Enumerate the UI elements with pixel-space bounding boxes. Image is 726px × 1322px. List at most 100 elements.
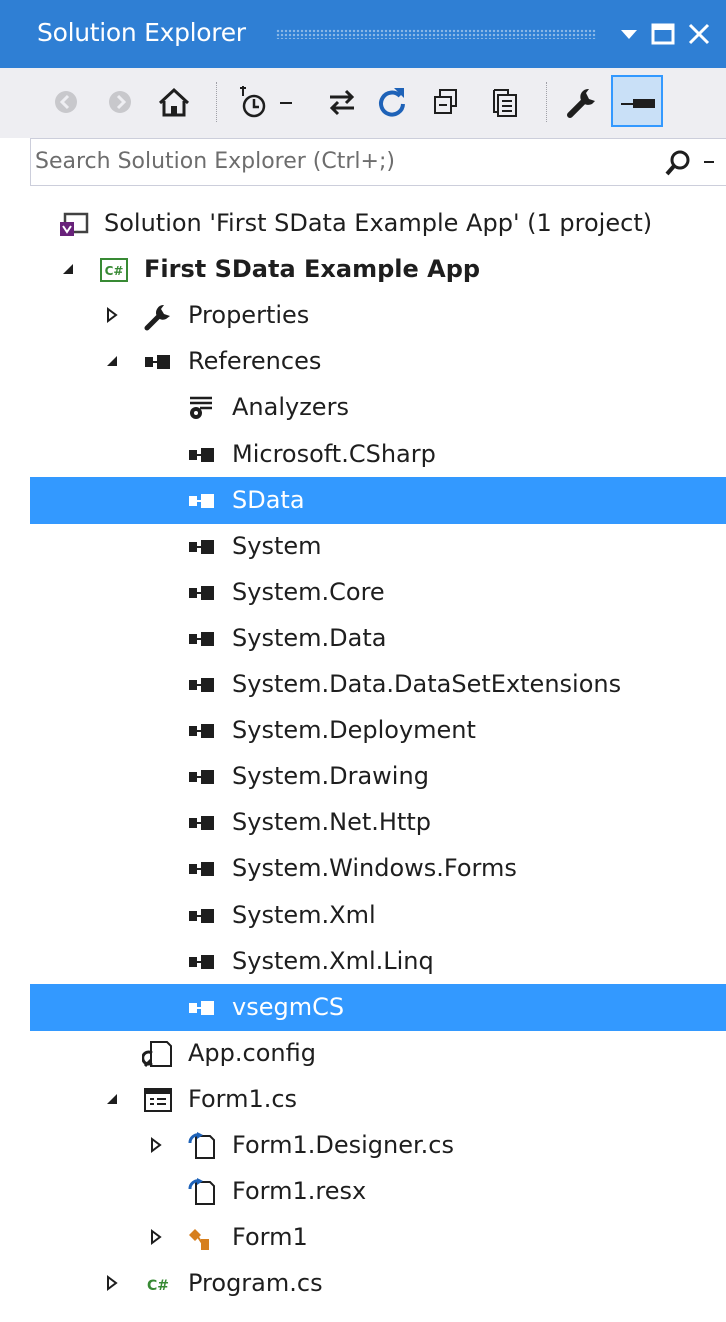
csharp-file-icon: C# bbox=[142, 1269, 174, 1299]
tree-item[interactable]: System.Net.Http bbox=[30, 799, 726, 846]
tree-item-label: System.Xml.Linq bbox=[232, 947, 434, 975]
sync-with-active-document-icon[interactable] bbox=[322, 82, 362, 122]
tree-item-label: Solution 'First SData Example App' (1 pr… bbox=[104, 209, 653, 237]
tree-item-label: System.Drawing bbox=[232, 762, 429, 790]
tree-item-label: Form1 bbox=[232, 1223, 308, 1251]
pending-changes-filter-icon[interactable] bbox=[234, 82, 274, 122]
tree-item-label: Form1.cs bbox=[188, 1085, 298, 1113]
form-icon bbox=[142, 1085, 174, 1115]
tree-item[interactable]: System.Core bbox=[30, 569, 726, 616]
tree-item[interactable]: Solution 'First SData Example App' (1 pr… bbox=[30, 200, 726, 247]
tree-item-label: Microsoft.CSharp bbox=[232, 440, 436, 468]
reference-icon bbox=[186, 532, 218, 562]
references-icon bbox=[142, 347, 174, 377]
toolbar bbox=[0, 68, 726, 138]
reference-icon bbox=[186, 624, 218, 654]
tree-item[interactable]: Analyzers bbox=[30, 384, 726, 431]
reference-icon bbox=[186, 854, 218, 884]
tree-item-label: Program.cs bbox=[188, 1269, 323, 1297]
reference-icon bbox=[186, 670, 218, 700]
preview-selected-items-button[interactable] bbox=[611, 75, 663, 127]
dropdown-arrow-icon[interactable] bbox=[276, 82, 296, 122]
class-icon bbox=[186, 1223, 218, 1253]
generated-file-icon bbox=[186, 1131, 218, 1161]
tree-item[interactable]: References bbox=[30, 338, 726, 385]
toolbar-separator bbox=[216, 82, 218, 122]
tree-item[interactable]: System.Xml bbox=[30, 892, 726, 939]
tree-item-label: System bbox=[232, 532, 322, 560]
tree-item-label: Properties bbox=[188, 301, 310, 329]
analyzers-icon bbox=[186, 393, 218, 423]
search-options-dropdown-icon[interactable] bbox=[701, 153, 717, 169]
reference-icon bbox=[186, 440, 218, 470]
reference-icon bbox=[186, 947, 218, 977]
search-box[interactable] bbox=[30, 138, 726, 186]
preview-selected-items-icon bbox=[621, 99, 655, 108]
drag-grip[interactable] bbox=[276, 29, 596, 39]
svg-text:C#: C# bbox=[147, 1278, 169, 1294]
refresh-icon[interactable] bbox=[372, 82, 412, 122]
collapsed-arrow-icon[interactable] bbox=[146, 1227, 166, 1247]
tree-item[interactable]: Form1.resx bbox=[30, 1168, 726, 1215]
expanded-arrow-icon[interactable] bbox=[102, 1089, 122, 1109]
reference-icon bbox=[186, 578, 218, 608]
window-position-dropdown-icon[interactable] bbox=[612, 14, 646, 54]
tree-item[interactable]: Form1.Designer.cs bbox=[30, 1122, 726, 1169]
tree-item-label: System.Windows.Forms bbox=[232, 854, 517, 882]
collapse-all-icon[interactable] bbox=[426, 82, 466, 122]
tree-item[interactable]: SData bbox=[30, 477, 726, 524]
home-icon[interactable] bbox=[154, 82, 194, 122]
back-icon[interactable] bbox=[46, 82, 86, 122]
tree-item[interactable]: Microsoft.CSharp bbox=[30, 431, 726, 478]
reference-icon bbox=[186, 716, 218, 746]
solution-icon bbox=[58, 209, 90, 239]
tree-item-label: Form1.resx bbox=[232, 1177, 367, 1205]
forward-icon[interactable] bbox=[100, 82, 140, 122]
reference-icon bbox=[186, 901, 218, 931]
wrench-icon bbox=[142, 301, 174, 331]
tree-item[interactable]: System.Data bbox=[30, 615, 726, 662]
reference-icon bbox=[186, 486, 218, 516]
tree-item[interactable]: Properties bbox=[30, 292, 726, 339]
maximize-icon[interactable] bbox=[646, 14, 680, 54]
collapsed-arrow-icon[interactable] bbox=[102, 1273, 122, 1293]
close-icon[interactable] bbox=[682, 14, 716, 54]
tree-item[interactable]: System.Drawing bbox=[30, 753, 726, 800]
collapsed-arrow-icon[interactable] bbox=[102, 305, 122, 325]
expanded-arrow-icon[interactable] bbox=[58, 259, 78, 279]
tree-item-label: First SData Example App bbox=[144, 255, 481, 283]
tree-item-label: System.Xml bbox=[232, 901, 376, 929]
svg-text:C#: C# bbox=[105, 264, 124, 278]
title-bar[interactable]: Solution Explorer bbox=[0, 0, 726, 68]
tree-item-label: Analyzers bbox=[232, 393, 349, 421]
tree-item-label: System.Net.Http bbox=[232, 808, 431, 836]
search-icon[interactable] bbox=[663, 148, 693, 178]
config-file-icon bbox=[142, 1039, 174, 1069]
tree-item[interactable]: System.Deployment bbox=[30, 707, 726, 754]
tree-item-label: System.Data bbox=[232, 624, 387, 652]
tree-item[interactable]: C# First SData Example App bbox=[30, 246, 726, 293]
expanded-arrow-icon[interactable] bbox=[102, 351, 122, 371]
show-all-files-icon[interactable] bbox=[484, 82, 524, 122]
tree-item-label: System.Deployment bbox=[232, 716, 476, 744]
collapsed-arrow-icon[interactable] bbox=[146, 1135, 166, 1155]
tree-item[interactable]: Form1 bbox=[30, 1214, 726, 1261]
tree-item-label: References bbox=[188, 347, 322, 375]
tree-item[interactable]: System.Data.DataSetExtensions bbox=[30, 661, 726, 708]
tree-item-label: System.Core bbox=[232, 578, 385, 606]
tree-item-label: System.Data.DataSetExtensions bbox=[232, 670, 622, 698]
tree-item[interactable]: App.config bbox=[30, 1030, 726, 1077]
tree-item[interactable]: vsegmCS bbox=[30, 984, 726, 1031]
generated-file-icon bbox=[186, 1177, 218, 1207]
window-title: Solution Explorer bbox=[37, 18, 246, 47]
tree-item[interactable]: C# Program.cs bbox=[30, 1260, 726, 1307]
tree-item[interactable]: Form1.cs bbox=[30, 1076, 726, 1123]
tree-item[interactable]: System.Windows.Forms bbox=[30, 845, 726, 892]
toolbar-separator bbox=[546, 82, 548, 122]
reference-icon bbox=[186, 762, 218, 792]
tree-item-label: App.config bbox=[188, 1039, 316, 1067]
properties-icon[interactable] bbox=[562, 82, 602, 122]
tree-item[interactable]: System bbox=[30, 523, 726, 570]
search-input[interactable] bbox=[31, 139, 655, 183]
tree-item[interactable]: System.Xml.Linq bbox=[30, 938, 726, 985]
